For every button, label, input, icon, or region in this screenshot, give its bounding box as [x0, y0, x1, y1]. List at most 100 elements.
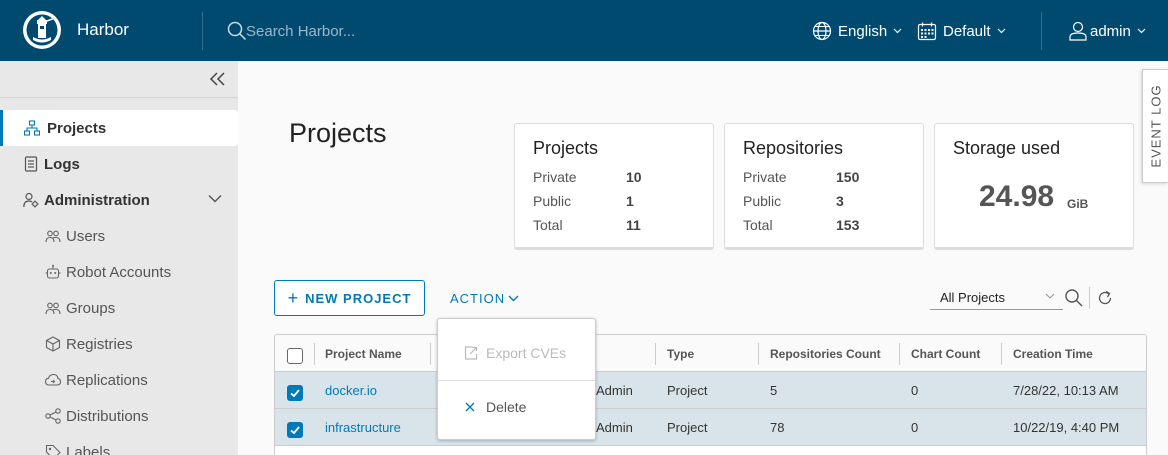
- collapse-sidebar-icon[interactable]: [206, 69, 230, 89]
- card-title: Repositories: [743, 138, 844, 158]
- public-projects-count: 1: [626, 193, 634, 209]
- plus-icon: +: [287, 287, 300, 308]
- column-separator: [1001, 343, 1002, 365]
- storage-summary-card: Storage used 24.98 GiB: [934, 123, 1134, 250]
- toolbar-divider: [1089, 287, 1090, 309]
- sidebar-item-label: Labels: [66, 444, 111, 455]
- sidebar-item-label: Registries: [66, 336, 133, 353]
- harbor-logo-icon[interactable]: [22, 10, 62, 50]
- column-header-creation-time[interactable]: Creation Time: [1013, 347, 1093, 361]
- sidebar-item-labels[interactable]: Labels: [0, 434, 238, 455]
- date-format-label: Default: [943, 22, 991, 40]
- header-divider: [202, 12, 203, 50]
- check-icon: [290, 426, 300, 435]
- chart-count-cell: 0: [911, 383, 919, 398]
- total-projects-count: 11: [626, 217, 641, 233]
- top-header: Harbor English Default admi: [0, 0, 1168, 61]
- sidebar-item-distributions[interactable]: Distributions: [0, 398, 238, 434]
- globe-icon: [812, 21, 832, 41]
- repositories-summary-card: Repositories Private 150 Public 3 Total …: [724, 123, 924, 250]
- column-header-type[interactable]: Type: [667, 347, 694, 361]
- storage-used-unit: GiB: [1067, 197, 1089, 211]
- column-header-chart-count[interactable]: Chart Count: [911, 347, 980, 361]
- event-log-label: EVENT LOG: [1148, 84, 1163, 168]
- type-cell: Project: [667, 420, 708, 435]
- storage-used-value: 24.98: [979, 180, 1055, 213]
- public-repositories-count: 3: [836, 193, 844, 209]
- menu-item-label: Delete: [486, 399, 527, 415]
- row-checkbox[interactable]: [287, 422, 303, 438]
- creation-time-cell: 7/28/22, 10:13 AM: [1013, 383, 1119, 398]
- menu-divider: [438, 380, 595, 381]
- replications-icon: [45, 373, 61, 386]
- projects-datagrid: Project Name Type Repositories Count Cha…: [274, 334, 1147, 455]
- access-level-cell: Admin: [596, 383, 633, 398]
- sidebar-item-users[interactable]: Users: [0, 218, 238, 254]
- sidebar-item-label: Groups: [66, 300, 116, 317]
- brand-name[interactable]: Harbor: [77, 20, 129, 40]
- date-format-dropdown[interactable]: Default: [917, 19, 1006, 43]
- column-separator: [314, 343, 315, 365]
- sidebar-item-registries[interactable]: Registries: [0, 326, 238, 362]
- labels-icon: [45, 444, 61, 455]
- check-icon: [290, 389, 300, 398]
- sidebar-item-projects[interactable]: Projects: [0, 110, 238, 146]
- repositories-count-cell: 5: [770, 383, 778, 398]
- sidebar: Projects Logs Administration Users Robot…: [0, 61, 238, 455]
- menu-item-export-cves[interactable]: Export CVEs: [438, 333, 595, 373]
- calendar-icon: [917, 22, 937, 41]
- column-separator: [655, 343, 656, 365]
- column-header-repositories-count[interactable]: Repositories Count: [770, 347, 881, 361]
- column-separator: [430, 343, 431, 365]
- sidebar-item-label: Administration: [44, 192, 150, 209]
- private-label: Private: [533, 169, 577, 185]
- menu-item-label: Export CVEs: [486, 345, 567, 361]
- chevron-down-icon: [1137, 28, 1146, 34]
- sidebar-item-logs[interactable]: Logs: [0, 146, 238, 182]
- project-filter-select[interactable]: All Projects: [930, 287, 1063, 310]
- column-header-project-name[interactable]: Project Name: [325, 347, 402, 361]
- user-menu-dropdown[interactable]: admin: [1068, 19, 1146, 43]
- table-row[interactable]: docker.io Admin Project 5 0 7/28/22, 10:…: [275, 372, 1146, 409]
- public-label: Public: [743, 193, 782, 209]
- type-cell: Project: [667, 383, 708, 398]
- action-dropdown-button[interactable]: ACTION: [450, 288, 519, 308]
- projects-icon: [24, 120, 40, 136]
- chevron-down-icon[interactable]: [208, 194, 222, 203]
- administration-icon: [23, 192, 39, 208]
- total-label: Total: [743, 217, 773, 233]
- sidebar-item-label: Robot Accounts: [66, 264, 172, 281]
- project-name-link[interactable]: infrastructure: [325, 420, 401, 435]
- private-label: Private: [743, 169, 787, 185]
- robot-icon: [45, 264, 61, 279]
- logs-icon: [24, 156, 38, 172]
- refresh-icon[interactable]: [1096, 289, 1114, 307]
- page-title: Projects: [289, 118, 387, 148]
- search-icon[interactable]: [227, 21, 247, 41]
- action-label: ACTION: [450, 290, 506, 306]
- row-checkbox[interactable]: [287, 385, 303, 401]
- new-project-label: NEW PROJECT: [305, 290, 412, 306]
- sidebar-item-label: Replications: [66, 372, 148, 389]
- sidebar-item-administration[interactable]: Administration: [0, 182, 238, 218]
- select-all-checkbox[interactable]: [287, 348, 303, 364]
- new-project-button[interactable]: + NEW PROJECT: [274, 280, 425, 316]
- sidebar-item-label: Projects: [47, 120, 107, 137]
- search-icon[interactable]: [1064, 288, 1084, 308]
- creation-time-cell: 10/22/19, 4:40 PM: [1013, 420, 1120, 435]
- sidebar-item-robot-accounts[interactable]: Robot Accounts: [0, 254, 238, 290]
- menu-item-delete[interactable]: Delete: [438, 387, 595, 427]
- global-search-input[interactable]: [246, 18, 546, 44]
- registries-icon: [45, 336, 61, 352]
- repositories-count-cell: 78: [770, 420, 785, 435]
- export-icon: [464, 346, 478, 360]
- table-row[interactable]: infrastructure Admin Project 78 0 10/22/…: [275, 409, 1146, 446]
- event-log-tab[interactable]: EVENT LOG: [1142, 69, 1168, 183]
- sidebar-item-groups[interactable]: Groups: [0, 290, 238, 326]
- action-dropdown-menu: Export CVEs Delete: [437, 318, 596, 440]
- sidebar-item-replications[interactable]: Replications: [0, 362, 238, 398]
- user-icon: [1069, 21, 1087, 41]
- language-dropdown[interactable]: English: [812, 19, 902, 43]
- chevron-down-icon: [1045, 293, 1055, 299]
- project-name-link[interactable]: docker.io: [325, 383, 377, 398]
